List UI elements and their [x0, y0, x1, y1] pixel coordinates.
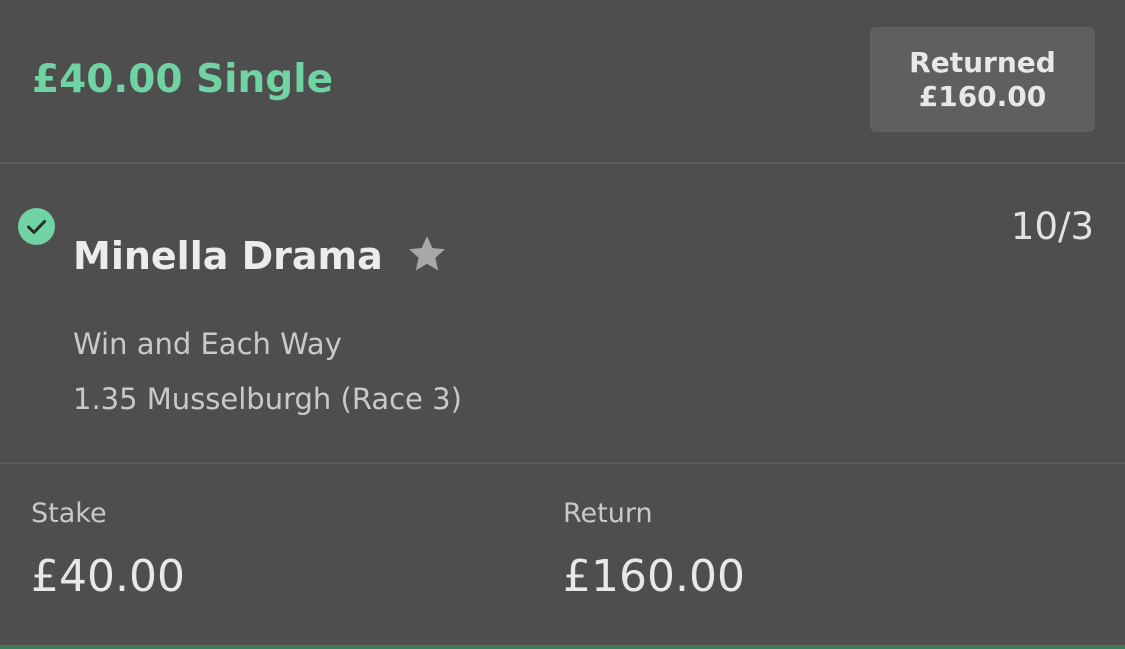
bet-summary: Stake £40.00 Return £160.00: [0, 464, 1125, 645]
star-icon[interactable]: [406, 233, 448, 275]
selection-row[interactable]: Minella Drama 10/3 Win and Each Way 1.35…: [0, 164, 1125, 462]
returned-amount: £160.00: [918, 79, 1047, 113]
market-name: Win and Each Way: [73, 327, 342, 361]
bet-card: £40.00 Single Returned £160.00 Minella D…: [0, 0, 1125, 649]
stake-label: Stake: [31, 498, 107, 529]
returned-label: Returned: [909, 45, 1056, 79]
check-circle-icon: [18, 208, 55, 245]
bottom-accent-bar: [0, 645, 1125, 649]
selection-name: Minella Drama: [73, 234, 383, 278]
bet-title: £40.00 Single: [32, 57, 334, 102]
return-value: £160.00: [563, 551, 745, 602]
selection-odds: 10/3: [1010, 205, 1094, 248]
stake-value: £40.00: [31, 551, 185, 602]
returned-status-badge[interactable]: Returned £160.00: [870, 27, 1095, 132]
race-name: 1.35 Musselburgh (Race 3): [73, 382, 462, 416]
bet-header: £40.00 Single Returned £160.00: [0, 0, 1125, 162]
return-label: Return: [563, 498, 653, 529]
